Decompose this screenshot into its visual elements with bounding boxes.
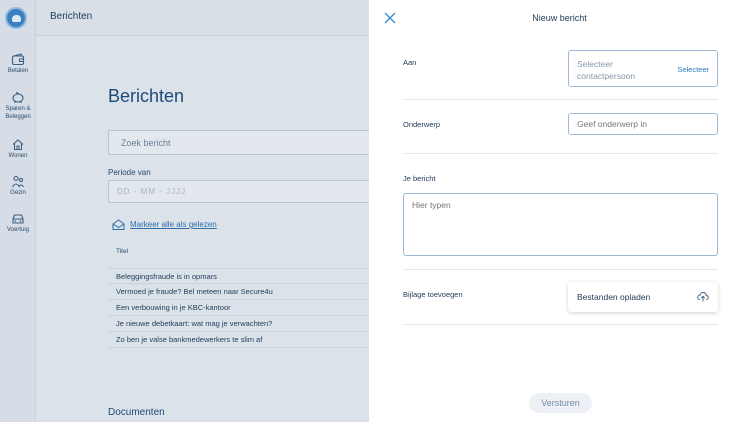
send-button[interactable]: Versturen <box>529 393 592 413</box>
list-item[interactable]: Vermoed je fraude? Bel meteen naar Secur… <box>108 284 408 300</box>
message-textarea[interactable] <box>403 193 718 256</box>
subject-label: Onderwerp <box>403 120 441 129</box>
house-icon <box>12 139 24 151</box>
subject-input[interactable] <box>568 113 718 135</box>
list-item[interactable]: Beleggingsfraude is in opmars <box>108 268 408 284</box>
header-title: Berichten <box>50 11 93 22</box>
period-label: Periode van <box>108 168 151 177</box>
sidebar-item-betalen[interactable]: Betalen <box>0 53 36 76</box>
sidebar-item-label: Betalen <box>7 68 29 74</box>
mark-all-read-link[interactable]: Markeer alle als gelezen <box>112 219 217 230</box>
documents-title: Documenten <box>108 407 165 418</box>
select-contact-button[interactable]: Selecteer <box>677 65 709 74</box>
sidebar-item-gezin[interactable]: Gezin <box>0 175 36 198</box>
sidebar-item-label: Sparen & Beleggen <box>5 106 31 120</box>
mark-all-read-label: Markeer alle als gelezen <box>130 220 217 229</box>
attachment-label: Bijlage toevoegen <box>403 290 463 299</box>
list-item[interactable]: Zo ben je valse bankmedewerkers te slim … <box>108 332 408 348</box>
upload-label: Bestanden opladen <box>577 292 651 302</box>
to-label: Aan <box>403 58 417 67</box>
new-message-panel: Nieuw bericht Aan Selecteer contactperso… <box>369 0 750 422</box>
divider <box>403 153 718 154</box>
divider <box>403 324 718 325</box>
sidebar-item-label: Wonen <box>8 153 28 159</box>
recipient-placeholder: Selecteer contactpersoon <box>577 59 636 81</box>
upload-files-button[interactable]: Bestanden opladen <box>568 282 718 312</box>
piggy-bank-icon <box>12 91 24 103</box>
sidebar: Betalen Sparen & Beleggen Wonen Gezin Vo… <box>0 0 36 422</box>
panel-title: Nieuw bericht <box>532 13 587 23</box>
column-header-title: Titel <box>116 248 129 255</box>
bank-logo[interactable] <box>5 7 27 29</box>
recipient-field[interactable]: Selecteer contactpersoon Selecteer <box>568 50 718 87</box>
divider <box>403 269 718 270</box>
date-from-field[interactable]: DD - MM - JJJJ <box>108 180 408 203</box>
car-icon <box>12 214 24 224</box>
envelope-open-icon <box>112 219 125 230</box>
sidebar-item-sparen-beleggen[interactable]: Sparen & Beleggen <box>0 91 36 121</box>
message-label: Je bericht <box>403 174 436 183</box>
list-item[interactable]: Een verbouwing in je KBC-kantoor <box>108 300 408 316</box>
message-list: Beleggingsfraude is in opmars Vermoed je… <box>108 268 408 348</box>
sidebar-item-wonen[interactable]: Wonen <box>0 138 36 161</box>
divider <box>403 99 718 100</box>
sidebar-item-label: Gezin <box>10 190 26 196</box>
search-input[interactable]: Zoek bericht <box>108 130 408 155</box>
list-item[interactable]: Je nieuwe debetkaart: wat mag je verwach… <box>108 316 408 332</box>
sidebar-item-voertuig[interactable]: Voertuig <box>0 212 36 235</box>
family-icon <box>12 175 24 188</box>
page-title: Berichten <box>108 86 185 106</box>
sidebar-item-label: Voertuig <box>6 227 30 233</box>
cloud-upload-icon <box>697 292 709 302</box>
wallet-icon <box>11 53 25 66</box>
